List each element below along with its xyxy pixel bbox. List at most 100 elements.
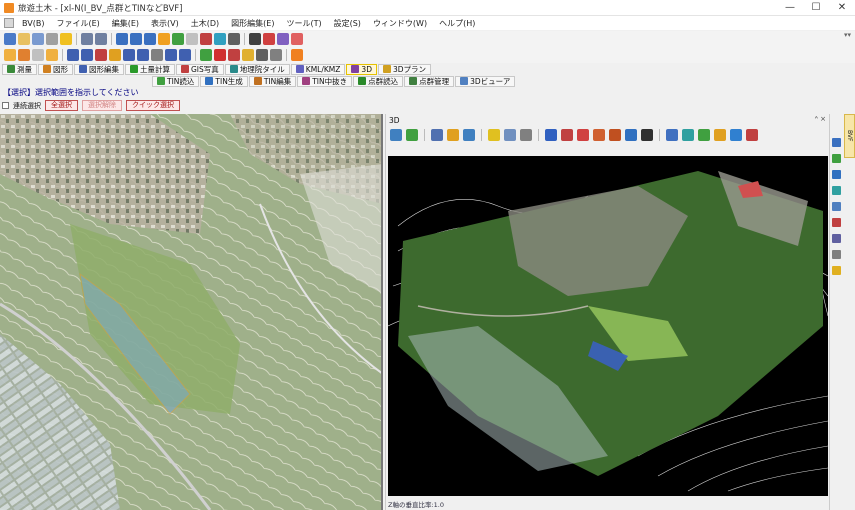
line-icon[interactable] <box>67 49 79 61</box>
maximize-button[interactable]: ☐ <box>803 0 829 16</box>
tab-tin-edit[interactable]: TIN編集 <box>248 75 297 87</box>
side-list-icon[interactable] <box>832 234 841 243</box>
side-tin-icon[interactable] <box>832 170 841 179</box>
measure-text-icon[interactable] <box>242 49 254 61</box>
select-icon[interactable] <box>263 33 275 45</box>
tab-tin-generate[interactable]: TIN生成 <box>200 75 248 87</box>
3d-view-top-icon[interactable] <box>666 129 678 141</box>
3d-rotate-icon[interactable] <box>463 129 475 141</box>
tab-earthwork[interactable]: 土量計算 <box>125 63 175 75</box>
menu-edit[interactable]: 編集(E) <box>106 18 145 29</box>
snap-icon[interactable] <box>4 49 16 61</box>
side-cut-icon[interactable] <box>832 218 841 227</box>
undo-icon[interactable] <box>81 33 93 45</box>
3d-section-icon[interactable] <box>577 129 589 141</box>
diagonal-icon[interactable] <box>165 49 177 61</box>
3d-profile-icon[interactable] <box>593 129 605 141</box>
3d-add-icon[interactable] <box>406 129 418 141</box>
menu-civil[interactable]: 土木(D) <box>185 18 225 29</box>
polyline-icon[interactable] <box>151 49 163 61</box>
zoom-window-icon[interactable] <box>144 33 156 45</box>
side-layer-icon[interactable] <box>832 186 841 195</box>
3d-snapshot-icon[interactable] <box>746 129 758 141</box>
tab-shape[interactable]: 図形 <box>38 63 73 75</box>
3d-view-side-icon[interactable] <box>682 129 694 141</box>
3d-color-icon[interactable] <box>730 129 742 141</box>
side-grid-icon[interactable] <box>832 202 841 211</box>
3d-layer-icon[interactable] <box>545 129 557 141</box>
tab-3d-viewer[interactable]: 3Dビューア <box>455 75 516 87</box>
3d-open-icon[interactable] <box>390 129 402 141</box>
menu-tools[interactable]: ツール(T) <box>280 18 327 29</box>
zoom-out-icon[interactable] <box>130 33 142 45</box>
menu-settings[interactable]: 設定(S) <box>328 18 367 29</box>
snap-line-icon[interactable] <box>32 49 44 61</box>
tab-pointcloud-manage[interactable]: 点群管理 <box>404 75 455 87</box>
snap-point-icon[interactable] <box>18 49 30 61</box>
marker-icon[interactable] <box>291 33 303 45</box>
side-line-icon[interactable] <box>832 138 841 147</box>
3d-view-iso-icon[interactable] <box>714 129 726 141</box>
3d-viewport[interactable] <box>388 156 828 496</box>
tab-kml[interactable]: KML/KMZ <box>290 63 346 75</box>
delete-icon[interactable] <box>214 49 226 61</box>
quick-select-button[interactable]: クイック選択 <box>126 100 180 111</box>
3d-view-front-icon[interactable] <box>698 129 710 141</box>
cross-line-icon[interactable] <box>179 49 191 61</box>
hatch-icon[interactable] <box>123 49 135 61</box>
tab-survey[interactable]: 測量 <box>2 63 37 75</box>
grid-icon[interactable] <box>109 49 121 61</box>
layer-icon[interactable] <box>200 33 212 45</box>
toolbar-overflow[interactable]: ▾▾ <box>844 31 851 39</box>
scale-icon[interactable] <box>270 49 282 61</box>
check-icon[interactable] <box>200 49 212 61</box>
3d-axis-icon[interactable] <box>561 129 573 141</box>
tab-gis-photo[interactable]: GIS写真 <box>176 63 224 75</box>
orange-tool-icon[interactable] <box>291 49 303 61</box>
refresh-icon[interactable] <box>172 33 184 45</box>
bv-menu-icon[interactable] <box>4 18 14 28</box>
plan-view-canvas[interactable] <box>0 114 383 510</box>
menu-help[interactable]: ヘルプ(H) <box>433 18 481 29</box>
text-icon[interactable] <box>228 49 240 61</box>
arc-icon[interactable] <box>137 49 149 61</box>
measure-icon[interactable] <box>214 33 226 45</box>
snap-cross-icon[interactable] <box>46 49 58 61</box>
deselect-button[interactable]: 選択解除 <box>82 100 122 111</box>
minimize-button[interactable]: — <box>777 0 803 16</box>
3d-settings-icon[interactable] <box>520 129 532 141</box>
3d-measure-icon[interactable] <box>609 129 621 141</box>
tab-shape-edit[interactable]: 図形編集 <box>74 63 124 75</box>
new-icon[interactable] <box>4 33 16 45</box>
pan-icon[interactable] <box>158 33 170 45</box>
side-scale-icon[interactable] <box>832 250 841 259</box>
menu-shape-edit[interactable]: 図形編集(E) <box>225 18 280 29</box>
tab-map-tiles[interactable]: 地理院タイル <box>224 63 290 75</box>
menu-view[interactable]: 表示(V) <box>145 18 185 29</box>
select-all-button[interactable]: 全選択 <box>45 100 78 111</box>
tab-3d-plan[interactable]: 3Dプラン <box>377 63 432 75</box>
3d-zoom-icon[interactable] <box>447 129 459 141</box>
3d-light-icon[interactable] <box>488 129 500 141</box>
close-button[interactable]: ✕ <box>829 0 855 16</box>
help-icon[interactable] <box>60 33 72 45</box>
dimension-icon[interactable] <box>256 49 268 61</box>
fit-icon[interactable] <box>186 33 198 45</box>
3d-fit-icon[interactable] <box>431 129 443 141</box>
tab-pointcloud-load[interactable]: 点群読込 <box>353 75 404 87</box>
continuous-select-checkbox[interactable] <box>2 102 9 109</box>
side-help-icon[interactable] <box>832 266 841 275</box>
tab-tin-thin[interactable]: TIN中抜き <box>297 75 353 87</box>
zoom-in-icon[interactable] <box>116 33 128 45</box>
filter-icon[interactable] <box>277 33 289 45</box>
3d-panel-controls[interactable]: ᴬ × <box>815 115 826 123</box>
print-icon[interactable] <box>46 33 58 45</box>
redo-icon[interactable] <box>95 33 107 45</box>
side-panel-tab[interactable]: BVF <box>844 114 855 158</box>
pointer-icon[interactable] <box>249 33 261 45</box>
open-icon[interactable] <box>18 33 30 45</box>
3d-camera-icon[interactable] <box>504 129 516 141</box>
circle-icon[interactable] <box>81 49 93 61</box>
3d-grid-icon[interactable] <box>641 129 653 141</box>
tab-tin-load[interactable]: TIN読込 <box>152 75 200 87</box>
